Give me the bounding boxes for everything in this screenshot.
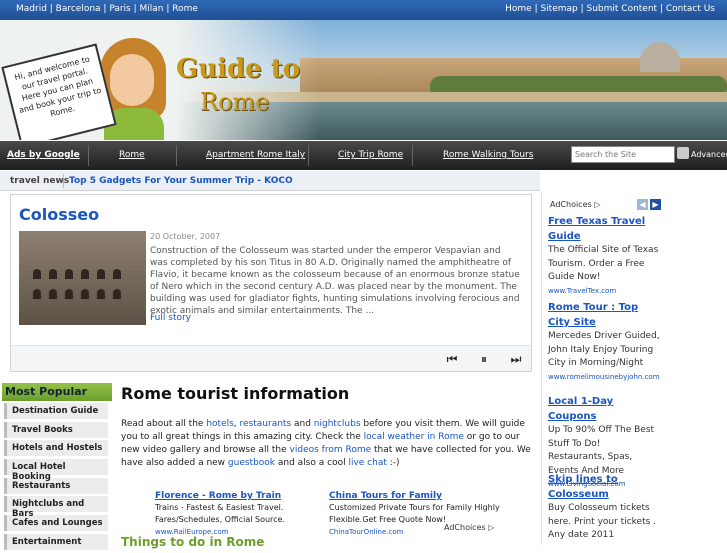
chevron-right-icon[interactable]: ▶ <box>650 199 661 210</box>
header-banner: Hi, and welcome to our travel portal. He… <box>0 20 727 140</box>
slide-date: 20 October, 2007 <box>150 232 221 241</box>
site-logo-line1[interactable]: Guide to <box>176 54 300 84</box>
full-story-link[interactable]: Full story <box>150 313 191 323</box>
sidebar-item-cafes[interactable]: Cafes and Lounges <box>4 515 108 532</box>
videos-link[interactable]: videos from Rome <box>290 445 372 455</box>
ad-url[interactable]: www.romelimousinebyjohn.com <box>548 371 660 385</box>
ad-pager: ◀ ▶ <box>637 199 663 210</box>
text-ad[interactable]: China Tours for Family Customized Privat… <box>329 490 529 538</box>
slider-controls: ⏮ ⏸ ⏭ <box>11 345 531 371</box>
intro-paragraph: Read about all the hotels, restaurants a… <box>121 419 531 468</box>
nightclubs-link[interactable]: nightclubs <box>314 419 361 429</box>
restaurants-link[interactable]: restaurants <box>240 419 292 429</box>
news-bar: travel news Top 5 Gadgets For Your Summe… <box>0 171 540 191</box>
ad-title[interactable]: China Tours for Family <box>329 490 529 502</box>
sidebar-item-hotel-booking[interactable]: Local Hotel Booking <box>4 459 108 482</box>
right-ad[interactable]: Skip lines to Colosseum Buy Colosseum ti… <box>548 472 660 543</box>
ad-text: Customized Private Tours for Family High… <box>329 503 500 524</box>
slide-title[interactable]: Colosseo <box>19 205 99 224</box>
site-logo-line2[interactable]: Rome <box>200 88 269 116</box>
ad-title[interactable]: Florence - Rome by Train <box>155 490 315 502</box>
hotels-link[interactable]: hotels <box>206 419 233 429</box>
weather-link[interactable]: local weather in Rome <box>364 432 464 442</box>
ad-text: Trains - Fastest & Easiest Travel. Fares… <box>155 503 286 524</box>
things-to-do-heading: Things to do in Rome <box>121 535 265 549</box>
next-icon[interactable]: ⏭ <box>509 352 523 366</box>
search-input[interactable]: Search the Site <box>571 146 675 163</box>
news-ticker-link[interactable]: Top 5 Gadgets For Your Summer Trip - KOC… <box>69 176 293 186</box>
ad-url[interactable]: www.TravelTex.com <box>548 285 660 299</box>
sidebar-item-travel-books[interactable]: Travel Books <box>4 421 108 438</box>
previous-icon[interactable]: ⏮ <box>445 352 459 366</box>
nav-item-walking-tours[interactable]: Rome Walking Tours <box>443 150 533 160</box>
nav-item-city-trip[interactable]: City Trip Rome <box>338 150 403 160</box>
pause-icon[interactable]: ⏸ <box>477 352 491 366</box>
adchoices-link[interactable]: AdChoices ▷ <box>550 200 600 209</box>
most-popular-heading: Most Popular <box>2 383 112 401</box>
sidebar-item-nightclubs[interactable]: Nightclubs and Bars <box>4 496 108 519</box>
slide-text: Construction of the Colosseum was starte… <box>150 246 520 316</box>
sidebar-item-destination-guide[interactable]: Destination Guide <box>4 403 108 419</box>
page-title: Rome tourist information <box>121 384 350 403</box>
top-bar: Madrid | Barcelona | Paris | Milan | Rom… <box>0 0 727 20</box>
nav-item-rome[interactable]: Rome <box>119 150 145 160</box>
right-ad[interactable]: Free Texas Travel Guide The Official Sit… <box>548 214 660 298</box>
sidebar-item-hotels[interactable]: Hotels and Hostels <box>4 440 108 457</box>
adchoices-link[interactable]: AdChoices ▷ <box>444 523 494 532</box>
guestbook-link[interactable]: guestbook <box>228 458 275 468</box>
search-icon[interactable] <box>677 147 689 159</box>
nav-item-apartment[interactable]: Apartment Rome Italy <box>206 150 305 160</box>
ad-text: Up To 90% Off The Best Stuff To Do! Rest… <box>548 425 655 476</box>
ad-url[interactable]: ChinaTourOnline.com <box>329 526 529 538</box>
popular-menu: Destination Guide Travel Books Hotels an… <box>4 403 108 553</box>
dome-shape <box>640 42 680 72</box>
mascot-face <box>110 54 154 106</box>
right-ad[interactable]: Rome Tour : Top City Site Mercedes Drive… <box>548 300 660 384</box>
ad-title[interactable]: Skip lines to Colosseum <box>548 472 660 502</box>
sidebar-item-entertainment[interactable]: Entertainment <box>4 533 108 550</box>
ad-text: Mercedes Driver Guided, John Italy Enjoy… <box>548 331 660 368</box>
top-links[interactable]: Home | Sitemap | Submit Content | Contac… <box>505 4 715 14</box>
colosseum-image[interactable] <box>19 231 146 325</box>
ad-title[interactable]: Local 1-Day Coupons <box>548 394 660 424</box>
ad-title[interactable]: Rome Tour : Top City Site <box>548 300 660 330</box>
news-label: travel news <box>10 176 70 186</box>
featured-slider: Colosseo 20 October, 2007 Construction o… <box>10 194 532 372</box>
live-chat-link[interactable]: live chat <box>348 458 386 468</box>
city-links[interactable]: Madrid | Barcelona | Paris | Milan | Rom… <box>16 4 198 14</box>
chevron-left-icon[interactable]: ◀ <box>637 199 648 210</box>
advanced-search-link[interactable]: Advanced <box>691 150 727 159</box>
text-ad[interactable]: Florence - Rome by Train Trains - Fastes… <box>155 490 315 538</box>
ad-text: Buy Colosseum tickets here. Print your t… <box>548 503 657 540</box>
ad-text: The Official Site of Texas Tourism. Orde… <box>548 245 659 282</box>
ads-by-google-link[interactable]: Ads by Google <box>7 150 80 160</box>
ad-title[interactable]: Free Texas Travel Guide <box>548 214 660 244</box>
sidebar-item-restaurants[interactable]: Restaurants <box>4 477 108 494</box>
